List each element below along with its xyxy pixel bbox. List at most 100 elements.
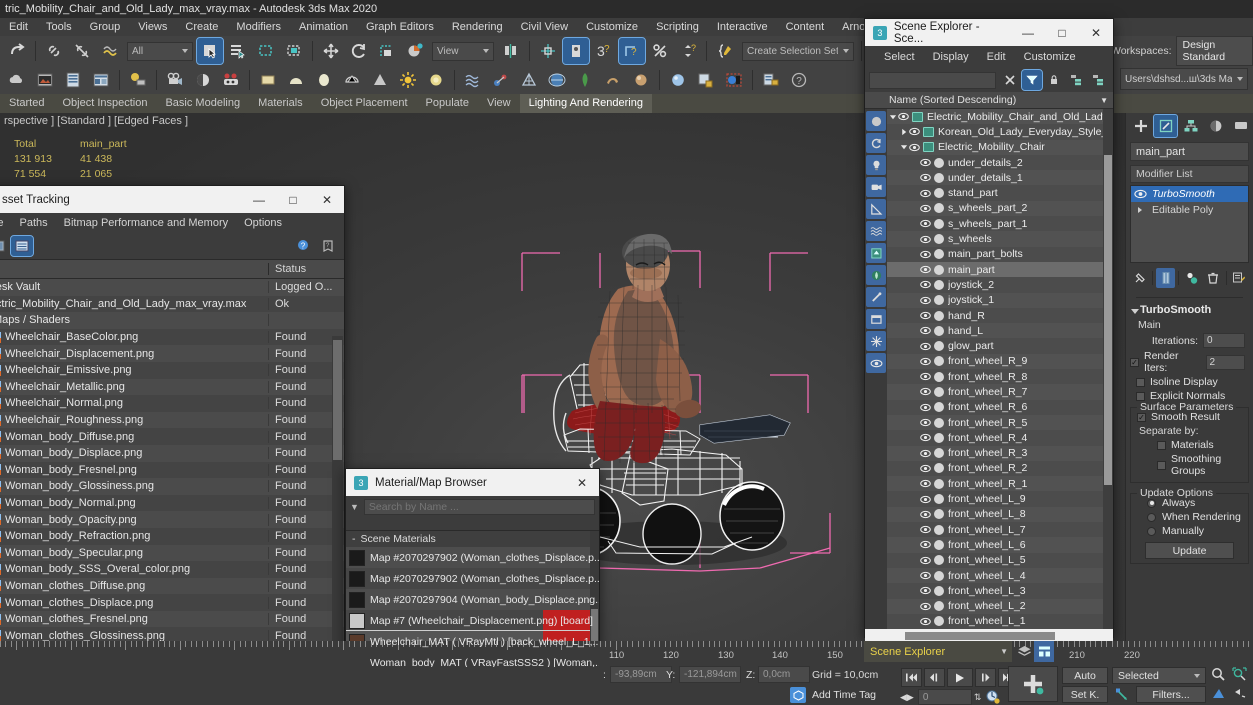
scene-explorer-find-input[interactable] xyxy=(869,71,996,89)
asset-row[interactable]: Woman_clothes_Displace.png Found xyxy=(0,594,344,611)
camera-icon[interactable] xyxy=(162,67,188,93)
scene-node-row[interactable]: main_part xyxy=(887,261,1103,278)
ellipsoid-primitive-icon[interactable] xyxy=(311,67,337,93)
key-filter-combo[interactable]: Selected xyxy=(1112,667,1206,684)
smoothing-groups-row[interactable]: Smoothing Groups xyxy=(1131,452,1248,478)
isoline-display-row[interactable]: Isoline Display xyxy=(1130,375,1249,389)
omni-light-icon[interactable] xyxy=(395,67,421,93)
y-coordinate-field[interactable]: -121,894cm xyxy=(679,666,741,683)
project-path-combo[interactable]: Users\dshsd...ш\3ds Max 2020 xyxy=(1120,68,1248,90)
asset-menu-options[interactable]: Options xyxy=(236,217,290,229)
asset-tracking-icon[interactable] xyxy=(693,67,719,93)
gutter-snowflake-icon[interactable] xyxy=(866,331,886,351)
scene-node-row[interactable]: s_wheels_part_2 xyxy=(887,200,1103,217)
scene-converter-icon[interactable] xyxy=(125,67,151,93)
asset-menu-file[interactable]: File xyxy=(0,217,12,229)
asset-column-name[interactable]: e xyxy=(0,263,269,275)
scene-node-row[interactable]: front_wheel_L_1 xyxy=(887,613,1103,629)
update-mode-manually[interactable]: Manually xyxy=(1131,524,1248,538)
scene-node-row[interactable]: front_wheel_R_3 xyxy=(887,445,1103,461)
cone-primitive-icon[interactable] xyxy=(367,67,393,93)
select-and-link-icon[interactable] xyxy=(41,38,67,64)
key-tangent-icon[interactable] xyxy=(1112,686,1132,703)
create-selection-set-combo[interactable]: Create Selection Set xyxy=(742,41,854,61)
asset-row[interactable]: Wheelchair_Metallic.png Found xyxy=(0,378,344,396)
scene-menu-select[interactable]: Select xyxy=(875,51,924,63)
material-browser-title-bar[interactable]: 3 Material/Map Browser ✕ xyxy=(346,469,599,496)
render-production-icon[interactable] xyxy=(88,67,114,93)
snaps-toggle-icon[interactable] xyxy=(535,38,561,64)
orbit-icon[interactable] xyxy=(1229,684,1250,703)
menu-item-content[interactable]: Content xyxy=(777,18,834,36)
scene-node-row[interactable]: front_wheel_L_4 xyxy=(887,567,1103,584)
reference-coordinate-combo[interactable]: View xyxy=(432,41,494,61)
scene-explorer-minimize-button[interactable]: — xyxy=(1011,19,1045,46)
learn-more-icon[interactable]: ? xyxy=(317,236,339,256)
foliage-icon[interactable] xyxy=(572,67,598,93)
play-animation-button[interactable] xyxy=(947,668,973,687)
menu-item-animation[interactable]: Animation xyxy=(290,18,357,36)
rectangular-selection-region-icon[interactable] xyxy=(253,38,279,64)
scene-explorer-close-button[interactable]: ✕ xyxy=(1079,19,1113,46)
tab-create[interactable] xyxy=(1129,115,1152,137)
modifier-stack-entry[interactable]: Editable Poly xyxy=(1131,202,1248,218)
scene-node-row[interactable]: Electric_Mobility_Chair_and_Old_Lady xyxy=(887,109,1103,125)
remove-modifier-icon[interactable] xyxy=(1204,268,1223,288)
scene-node-row[interactable]: s_wheels xyxy=(887,231,1103,247)
turbosmooth-rollout-header[interactable]: TurboSmooth xyxy=(1130,302,1249,318)
scene-explorer-column-header[interactable]: Name (Sorted Descending) ▼ xyxy=(865,92,1113,109)
zoom-extents-icon[interactable] xyxy=(1229,665,1250,684)
ribbon-tab-view[interactable]: View xyxy=(478,94,520,113)
asset-row[interactable]: Wheelchair_Roughness.png Found xyxy=(0,411,344,429)
environment-sphere-icon[interactable] xyxy=(544,67,570,93)
asset-row[interactable]: Wheelchair_BaseColor.png Found xyxy=(0,328,344,346)
gutter-shape-icon[interactable] xyxy=(866,309,886,329)
menu-item-views[interactable]: Views xyxy=(129,18,176,36)
material-row[interactable]: Map #7 (Wheelchair_Displacement.png) [bo… xyxy=(346,610,599,631)
clear-find-icon[interactable] xyxy=(1000,70,1020,90)
iterations-spinner[interactable]: 0 xyxy=(1203,333,1245,348)
pin-stack-icon[interactable] xyxy=(1130,268,1149,288)
ribbon-tab-started[interactable]: Started xyxy=(0,94,53,113)
smooth-result-checkbox[interactable]: ✓ xyxy=(1137,412,1146,422)
scene-node-row[interactable]: front_wheel_L_3 xyxy=(887,583,1103,599)
collapse-all-icon[interactable] xyxy=(1088,70,1108,90)
ribbon-tab-populate[interactable]: Populate xyxy=(417,94,478,113)
material-row[interactable]: Map #2070297902 (Woman_clothes_Displace.… xyxy=(346,568,599,589)
scene-node-row[interactable]: glow_part xyxy=(887,338,1103,354)
scene-node-row[interactable]: joystick_2 xyxy=(887,277,1103,293)
scene-explorer-taskbar-tab[interactable]: Scene Explorer ▼ xyxy=(864,641,1012,662)
asset-row[interactable]: Wheelchair_Displacement.png Found xyxy=(0,345,344,362)
expand-all-icon[interactable] xyxy=(1066,70,1086,90)
scene-node-row[interactable]: under_details_1 xyxy=(887,170,1103,186)
scene-node-row[interactable]: front_wheel_L_6 xyxy=(887,537,1103,553)
target-light-icon[interactable] xyxy=(423,67,449,93)
asset-row[interactable]: Wheelchair_Normal.png Found xyxy=(0,395,344,412)
x-coordinate-field[interactable]: -93,89cm xyxy=(610,666,672,683)
render-iters-checkbox[interactable]: ✓ xyxy=(1130,357,1139,367)
gutter-refresh-icon[interactable] xyxy=(866,133,886,153)
key-mode-icon[interactable] xyxy=(985,689,1001,705)
scene-node-row[interactable]: front_wheel_R_1 xyxy=(887,476,1103,492)
sphere-primitive-icon[interactable] xyxy=(283,67,309,93)
percent-icon[interactable] xyxy=(647,38,673,64)
menu-item-group[interactable]: Group xyxy=(81,18,130,36)
scene-node-row[interactable]: front_wheel_L_5 xyxy=(887,552,1103,568)
window-crossing-toggle-icon[interactable] xyxy=(281,38,307,64)
asset-menu-bitmap-performance-and-memory[interactable]: Bitmap Performance and Memory xyxy=(56,217,236,229)
scene-node-row[interactable]: front_wheel_R_8 xyxy=(887,369,1103,385)
animal-icon[interactable] xyxy=(600,67,626,93)
z-coordinate-field[interactable]: 0,0cm xyxy=(758,666,810,683)
isoline-display-checkbox[interactable] xyxy=(1136,377,1145,387)
node-twisty[interactable] xyxy=(898,128,909,136)
help-question-icon[interactable]: ? xyxy=(293,236,315,256)
asset-tracking-minimize-button[interactable]: — xyxy=(242,186,276,213)
help-icon[interactable]: ? xyxy=(786,67,812,93)
layers-toolbar-icon[interactable] xyxy=(1014,641,1034,662)
gutter-bone-icon[interactable] xyxy=(866,287,886,307)
menu-item-create[interactable]: Create xyxy=(176,18,227,36)
menu-item-interactive[interactable]: Interactive xyxy=(708,18,777,36)
gutter-group-icon[interactable] xyxy=(866,243,886,263)
scene-node-row[interactable]: front_wheel_L_7 xyxy=(887,522,1103,538)
previous-frame-button[interactable] xyxy=(924,668,945,687)
